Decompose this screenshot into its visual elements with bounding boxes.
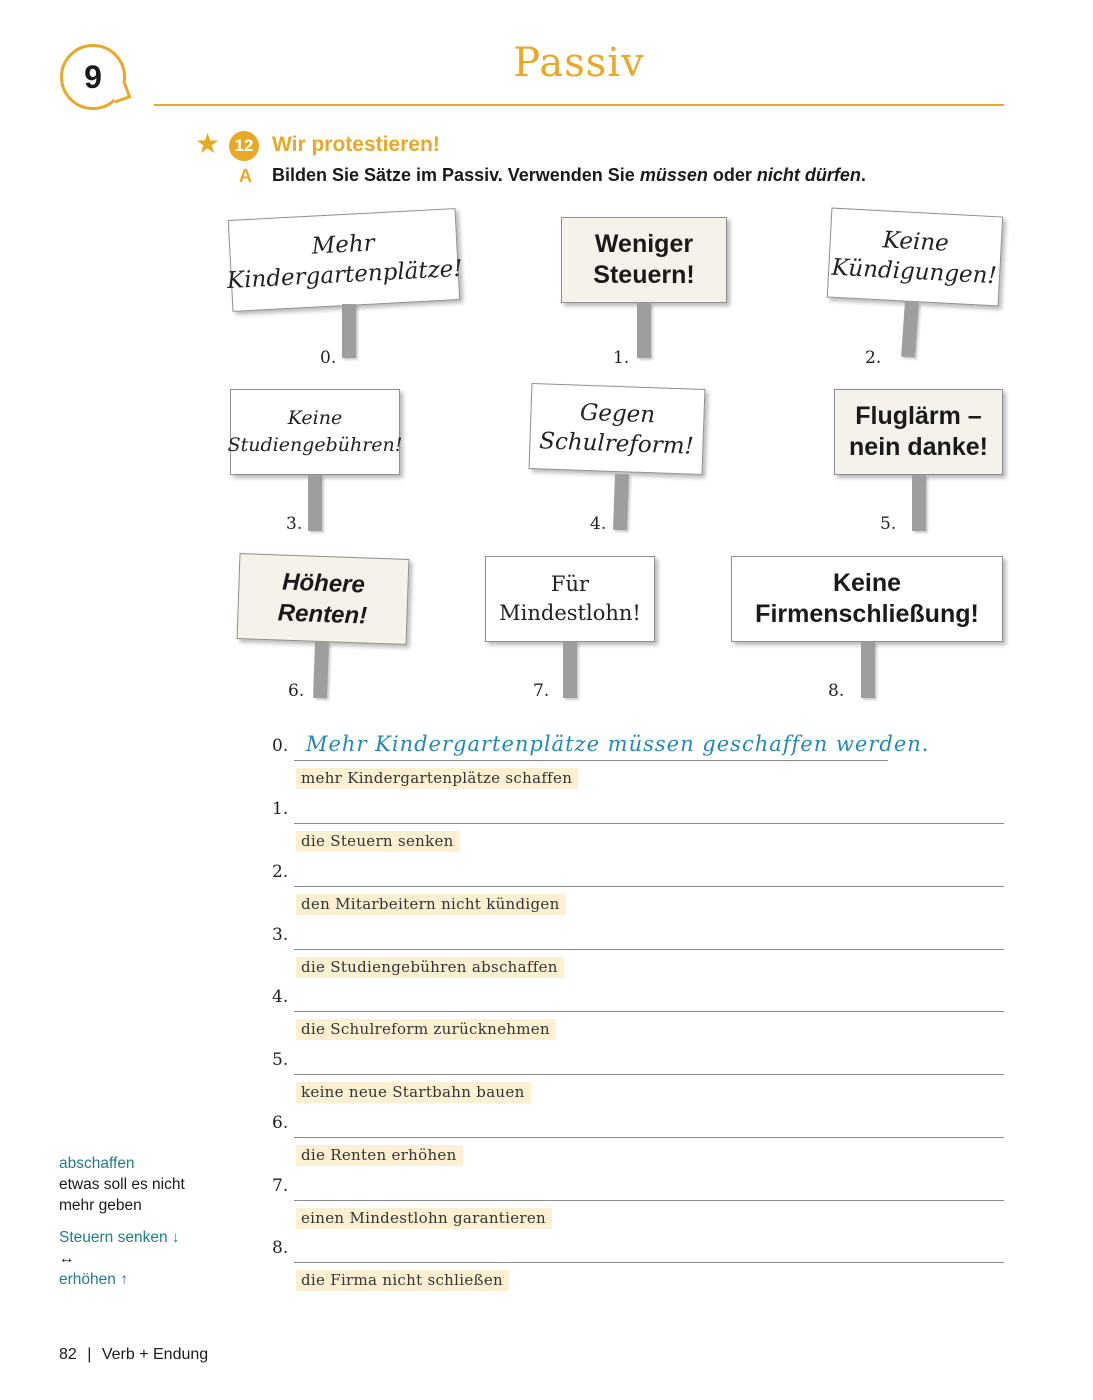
margin-note-abschaffen: abschaffen etwas soll es nicht mehr gebe… — [59, 1153, 185, 1216]
answer-number: 2. — [272, 862, 289, 882]
answer-number: 6. — [272, 1113, 289, 1133]
sign-text-line1: Keine — [832, 569, 902, 597]
sign-text-line2: Studiengebühren! — [227, 434, 403, 456]
answer-hint: die Studiengebühren abschaffen — [296, 957, 564, 978]
chapter-number: 9 — [84, 58, 102, 95]
sign-board: Mehr Kindergartenplätze! — [226, 208, 464, 312]
opposite-arrow-icon: ↔ — [59, 1250, 75, 1267]
speech-bubble-tail — [109, 81, 132, 104]
page-footer: 82 | Verb + Endung — [59, 1346, 208, 1364]
sign-post — [861, 642, 875, 698]
answer-hint: keine neue Startbahn bauen — [296, 1082, 531, 1103]
sign-board: Keine Studiengebühren! — [227, 389, 403, 475]
sign-board: Gegen Schulreform! — [528, 382, 706, 476]
answer-hint: die Renten erhöhen — [296, 1145, 463, 1166]
answer-number: 5. — [272, 1050, 289, 1070]
sign-number: 0. — [320, 348, 337, 368]
page-title: Passiv — [513, 40, 645, 86]
task-instruction: Bilden Sie Sätze im Passiv. Verwenden Si… — [272, 165, 866, 185]
answer-number: 1. — [272, 799, 289, 819]
sign-number: 4. — [590, 514, 607, 534]
margin-definition-line2: mehr geben — [59, 1197, 142, 1214]
sign-post — [912, 475, 926, 531]
sign-number: 1. — [613, 348, 630, 368]
answer-line[interactable] — [294, 1011, 1004, 1012]
sign-text-line2: Kindergartenplätze! — [226, 255, 464, 295]
sign-post — [313, 641, 329, 699]
exercise-number: 12 — [229, 131, 259, 161]
sign-text-line1: Fluglärm – — [855, 402, 982, 430]
margin-term: erhöhen ↑ — [59, 1271, 128, 1288]
sign-number: 6. — [288, 681, 305, 701]
answer-hint: einen Mindestlohn garantieren — [296, 1208, 553, 1229]
sign-text-line1: Mehr — [311, 230, 376, 260]
sign-text-line2: Renten! — [277, 599, 368, 630]
sign-board: Keine Firmenschließung! — [731, 556, 1003, 642]
sign-text-line1: Keine — [287, 407, 343, 429]
sign-post — [637, 303, 651, 358]
answer-number: 3. — [272, 925, 289, 945]
margin-definition-line1: etwas soll es nicht — [59, 1176, 185, 1193]
answer-line[interactable] — [294, 1137, 1004, 1138]
sign-text-line1: Gegen — [579, 399, 656, 429]
task-letter: A — [239, 166, 252, 186]
answer-line[interactable] — [294, 760, 888, 761]
sign-text-line2: Firmenschließung! — [755, 600, 979, 628]
answer-number: 7. — [272, 1176, 289, 1196]
sign-text-line1: Für — [550, 572, 590, 596]
answer-line[interactable] — [294, 949, 1004, 950]
sign-post — [342, 304, 356, 358]
answer-hint: die Schulreform zurücknehmen — [296, 1019, 556, 1040]
answer-line[interactable] — [294, 823, 1004, 824]
sign-post — [563, 642, 577, 698]
answer-hint: den Mitarbeitern nicht kündigen — [296, 894, 566, 915]
sign-number: 2. — [865, 348, 882, 368]
sign-text-line2: Mindestlohn! — [499, 601, 641, 625]
answer-line[interactable] — [294, 1262, 1004, 1263]
sign-number: 5. — [880, 514, 897, 534]
sign-board: Keine Kündigungen! — [826, 207, 1004, 307]
sign-text-line1: Keine — [882, 227, 950, 257]
answer-number: 8. — [272, 1238, 289, 1258]
star-icon: ★ — [195, 128, 221, 159]
sign-number: 8. — [828, 681, 845, 701]
example-answer: Mehr Kindergartenplätze müssen geschaffe… — [306, 732, 930, 756]
sign-number: 3. — [286, 514, 303, 534]
answer-number: 0. — [272, 736, 289, 756]
footer-separator: | — [87, 1346, 92, 1363]
chapter-badge: 9 — [60, 44, 132, 110]
sign-board: Für Mindestlohn! — [485, 556, 655, 642]
answer-line[interactable] — [294, 1074, 1004, 1075]
title-divider — [154, 104, 1004, 106]
sign-text-line2: Schulreform! — [538, 428, 695, 460]
sign-post — [613, 473, 629, 531]
exercise-title: Wir protestieren! — [272, 133, 440, 156]
sign-board: Fluglärm – nein danke! — [834, 389, 1003, 475]
sign-text-line2: Steuern! — [593, 261, 695, 289]
answer-line[interactable] — [294, 886, 1004, 887]
book-section-title: Verb + Endung — [101, 1346, 209, 1363]
answer-hint: die Firma nicht schließen — [296, 1270, 509, 1291]
sign-text-line2: Kündigungen! — [831, 254, 998, 290]
sign-text-line1: Weniger — [594, 230, 694, 258]
answer-hint: die Steuern senken — [296, 831, 460, 852]
margin-note-steuern: Steuern senken ↓ ↔ erhöhen ↑ — [59, 1227, 180, 1290]
sign-text-line1: Höhere — [281, 568, 366, 599]
sign-number: 7. — [533, 681, 550, 701]
sign-post — [308, 475, 322, 531]
sign-board: Weniger Steuern! — [561, 217, 727, 303]
sign-post — [901, 301, 919, 358]
margin-term: abschaffen — [59, 1155, 135, 1172]
answer-hint: mehr Kindergartenplätze schaffen — [296, 768, 579, 789]
answer-number: 4. — [272, 987, 289, 1007]
sign-text-line2: nein danke! — [849, 433, 988, 461]
sign-board: Höhere Renten! — [236, 553, 410, 645]
page-number: 82 — [59, 1346, 77, 1363]
answer-line[interactable] — [294, 1200, 1004, 1201]
margin-term: Steuern senken ↓ — [59, 1229, 180, 1246]
